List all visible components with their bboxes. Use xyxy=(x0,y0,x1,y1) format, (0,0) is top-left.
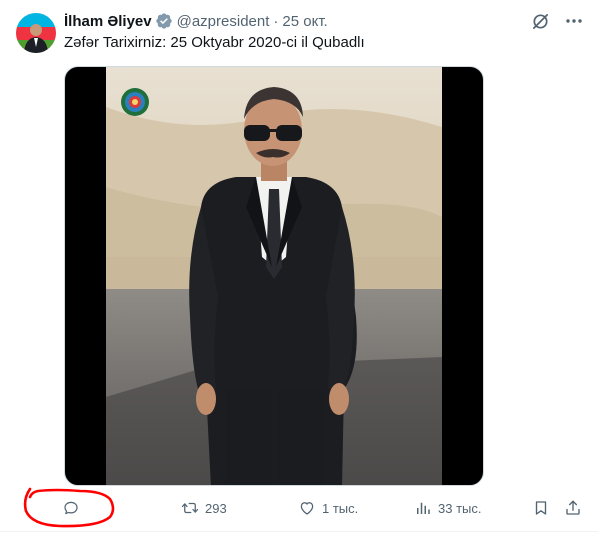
tweet-header: İlham Əliyev @azpresident · 25 окт. xyxy=(64,10,328,32)
views-button[interactable]: 33 тыс. xyxy=(414,496,481,520)
retweet-icon xyxy=(181,499,199,517)
grok-icon[interactable] xyxy=(530,11,550,31)
tweet-divider xyxy=(0,531,598,532)
emblem-icon xyxy=(121,88,149,116)
share-icon xyxy=(564,499,582,517)
video-frame xyxy=(106,67,442,485)
bookmark-button[interactable] xyxy=(532,496,550,520)
tweet-text: Zəfər Tarixirniz: 25 Oktyabr 2020-ci il … xyxy=(64,34,365,51)
reply-button[interactable] xyxy=(62,496,86,520)
views-count: 33 тыс. xyxy=(438,500,482,516)
reply-icon xyxy=(62,499,80,517)
tweet-date[interactable]: 25 окт. xyxy=(282,13,327,30)
author-avatar[interactable] xyxy=(16,13,56,53)
author-handle[interactable]: @azpresident xyxy=(177,13,270,30)
more-icon[interactable] xyxy=(564,11,584,31)
retweet-count: 293 xyxy=(205,500,227,516)
tweet-video[interactable] xyxy=(64,66,484,486)
tweet-top-actions xyxy=(530,11,584,31)
tweet-action-bar: 293 1 тыс. 33 тыс. xyxy=(0,496,598,520)
retweet-button[interactable]: 293 xyxy=(181,496,227,520)
views-icon xyxy=(414,499,432,517)
verified-badge-icon xyxy=(155,12,173,30)
bookmark-icon xyxy=(532,499,550,517)
heart-icon xyxy=(298,499,316,517)
author-name[interactable]: İlham Əliyev xyxy=(64,13,152,30)
share-button[interactable] xyxy=(564,496,582,520)
like-button[interactable]: 1 тыс. xyxy=(298,496,358,520)
like-count: 1 тыс. xyxy=(322,500,359,516)
separator-dot: · xyxy=(273,12,279,30)
